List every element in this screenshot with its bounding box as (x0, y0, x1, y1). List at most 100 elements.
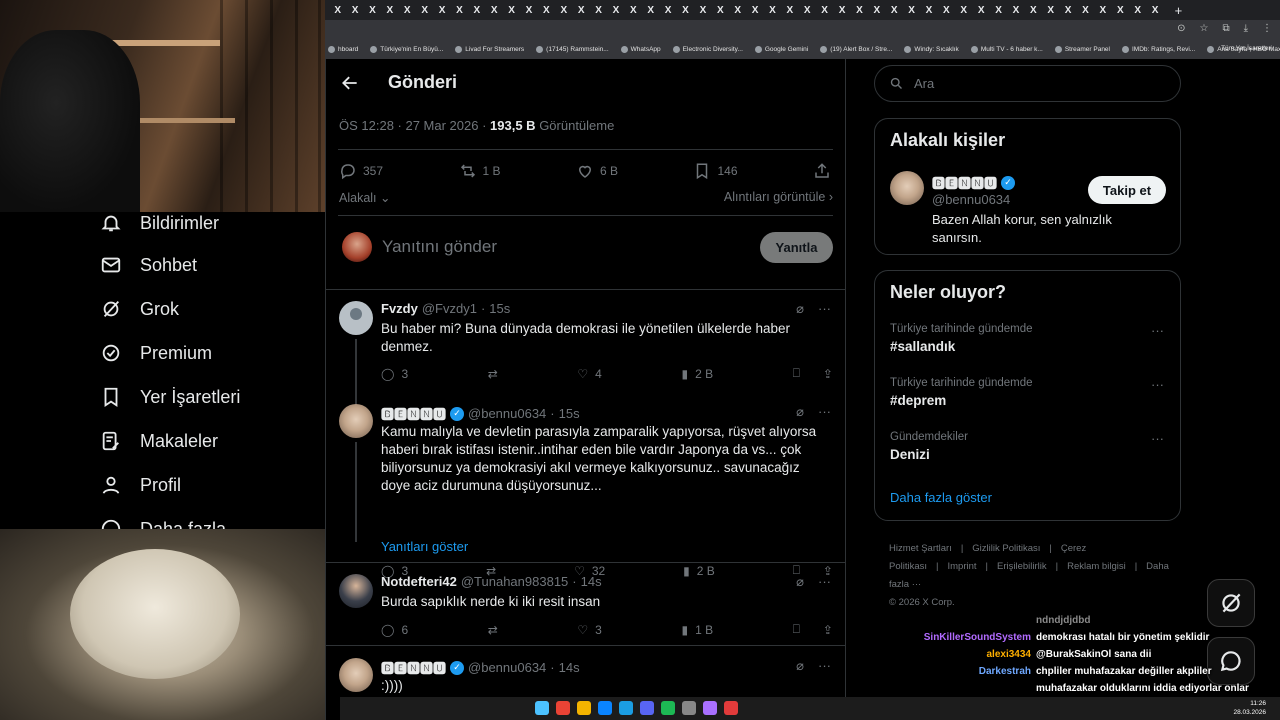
browser-tab-close-icon[interactable]: X (712, 2, 729, 18)
more-icon[interactable]: ··· (1151, 323, 1164, 338)
my-avatar[interactable] (342, 232, 372, 262)
browser-tab-close-icon[interactable]: X (381, 2, 398, 18)
more-icon[interactable]: ··· (1151, 431, 1164, 446)
browser-tab-close-icon[interactable]: X (538, 2, 555, 18)
address-bar[interactable]: ⊙ ☆ ⧉ ⤓ ⋮ (325, 20, 1280, 40)
taskbar-app-icon[interactable] (640, 701, 654, 715)
bookmark-item[interactable]: (17145) Rammstein... (536, 46, 609, 53)
reply-button[interactable]: 357 (339, 162, 383, 180)
browser-tab-close-icon[interactable]: X (468, 2, 485, 18)
browser-tab-close-icon[interactable]: X (851, 2, 868, 18)
related-person-handle[interactable]: @bennu0634 (932, 192, 1010, 207)
browser-tab-close-icon[interactable]: X (955, 2, 972, 18)
browser-tab-close-icon[interactable]: X (1094, 2, 1111, 18)
more-icon[interactable]: ··· (818, 658, 831, 674)
bookmark-item[interactable]: Multi TV - 6 haber k... (970, 46, 1043, 53)
share-icon[interactable]: ⇪ (823, 623, 833, 637)
nav-item-grok[interactable]: Grok (100, 298, 179, 320)
browser-tab-close-icon[interactable]: X (590, 2, 607, 18)
back-arrow-icon[interactable] (340, 73, 360, 93)
avatar[interactable] (339, 658, 373, 692)
bookmark-item[interactable]: Livad For Streamers (455, 46, 524, 53)
browser-tab-close-icon[interactable]: X (416, 2, 433, 18)
view-quotes-link[interactable]: Alıntıları görüntüle › (724, 190, 833, 205)
reply-tweet[interactable]: 🅱🅴🅽🅽🆄 ✓ @bennu0634 · 15s ⌀ ··· Kamu malıy… (326, 404, 845, 578)
reply-submit-button[interactable]: Yanıtla (760, 232, 833, 263)
browser-tab-close-icon[interactable]: X (746, 2, 763, 18)
browser-tab-close-icon[interactable]: X (920, 2, 937, 18)
browser-tab-close-icon[interactable]: X (1112, 2, 1129, 18)
tweet-time[interactable]: 14s (581, 574, 602, 589)
star-icon[interactable]: ☆ (1199, 23, 1208, 34)
browser-tab-close-icon[interactable]: X (451, 2, 468, 18)
browser-tab-close-icon[interactable]: X (1146, 2, 1163, 18)
browser-tab-close-icon[interactable]: X (781, 2, 798, 18)
taskbar-app-icon[interactable] (535, 701, 549, 715)
taskbar-app-icon[interactable] (703, 701, 717, 715)
grok-icon[interactable]: ⌀ (796, 404, 804, 420)
browser-tab-close-icon[interactable]: X (659, 2, 676, 18)
avatar[interactable] (890, 171, 924, 205)
browser-tab-close-icon[interactable]: X (938, 2, 955, 18)
menu-icon[interactable]: ⋮ (1262, 23, 1272, 34)
author-name[interactable]: 🅱🅴🅽🅽🆄 (381, 404, 446, 423)
taskbar-app-icon[interactable] (619, 701, 633, 715)
more-icon[interactable]: ··· (818, 404, 831, 420)
extensions-icon[interactable]: ⧉ (1222, 23, 1229, 34)
share-icon[interactable]: ⇪ (823, 367, 833, 381)
author-handle[interactable]: @Fvzdy1 (422, 301, 477, 316)
footer-link[interactable]: Gizlilik Politikası (972, 543, 1040, 554)
like-button[interactable]: 6 B (576, 162, 618, 180)
zoom-icon[interactable]: ⊙ (1177, 23, 1185, 34)
related-person-name[interactable]: 🅱🅴🅽🅽🆄 ✓ (932, 173, 1016, 192)
bookmark-item[interactable]: hboard (328, 46, 358, 53)
author-handle[interactable]: @Tunahan983815 (461, 574, 568, 589)
grok-icon[interactable]: ⌀ (796, 658, 804, 674)
footer-link[interactable]: Reklam bilgisi (1067, 561, 1126, 572)
avatar[interactable] (339, 301, 373, 335)
trend-item[interactable]: Türkiye tarihinde gündemde #sallandık ··… (890, 323, 1170, 354)
browser-tab-close-icon[interactable]: X (903, 2, 920, 18)
taskbar-app-icon[interactable] (577, 701, 591, 715)
browser-tab-close-icon[interactable]: X (833, 2, 850, 18)
browser-tab-close-icon[interactable]: X (972, 2, 989, 18)
browser-tab-close-icon[interactable]: X (816, 2, 833, 18)
tweet-time[interactable]: 15s (489, 301, 510, 316)
footer-link[interactable]: Erişilebilirlik (997, 561, 1047, 572)
grok-icon[interactable]: ⌀ (796, 301, 804, 317)
bookmark-item[interactable]: Windy: Sıcaklık (904, 46, 959, 53)
browser-tab-close-icon[interactable]: X (1042, 2, 1059, 18)
more-icon[interactable]: ··· (1151, 377, 1164, 392)
tweet-time[interactable]: 14s (559, 660, 580, 675)
repost-button[interactable]: ⇄ (488, 622, 498, 637)
search-input[interactable]: Ara (874, 65, 1181, 102)
repost-button[interactable]: ⇄ (488, 366, 498, 381)
browser-tab-close-icon[interactable]: X (572, 2, 589, 18)
bookmark-button[interactable]: ⎕ ⇪ (793, 366, 833, 381)
bookmark-item[interactable]: Google Gemini (754, 46, 808, 53)
taskbar-app-icon[interactable] (661, 701, 675, 715)
repost-button[interactable]: 1 B (459, 162, 501, 180)
bookmark-button[interactable]: 146 (693, 162, 738, 180)
browser-tab-close-icon[interactable]: X (520, 2, 537, 18)
avatar[interactable] (339, 574, 373, 608)
browser-tab-close-icon[interactable]: X (1025, 2, 1042, 18)
browser-tab-close-icon[interactable]: X (868, 2, 885, 18)
browser-tab-close-icon[interactable]: X (625, 2, 642, 18)
footer-link[interactable]: Imprint (947, 561, 976, 572)
share-button[interactable] (813, 162, 831, 180)
browser-tab-close-icon[interactable]: X (1059, 2, 1076, 18)
taskbar-app-icon[interactable] (682, 701, 696, 715)
browser-tab-close-icon[interactable]: X (1129, 2, 1146, 18)
tweet-time[interactable]: 15s (559, 406, 580, 421)
browser-tab-close-icon[interactable]: X (555, 2, 572, 18)
nav-item-articles[interactable]: Makaleler (100, 430, 218, 452)
taskbar-clock[interactable]: 11:26 28.03.2026 (1233, 699, 1266, 717)
trend-item[interactable]: Gündemdekiler Denizi ··· (890, 431, 1170, 462)
download-icon[interactable]: ⤓ (1244, 23, 1248, 34)
browser-tab-close-icon[interactable]: X (694, 2, 711, 18)
reply-tweet[interactable]: Fvzdy @Fvzdy1 · 15s ⌀ ··· Bu haber mi? Bu… (326, 301, 845, 409)
grok-icon[interactable]: ⌀ (796, 574, 804, 590)
browser-tab-close-icon[interactable]: X (1007, 2, 1024, 18)
browser-tab-close-icon[interactable]: X (729, 2, 746, 18)
